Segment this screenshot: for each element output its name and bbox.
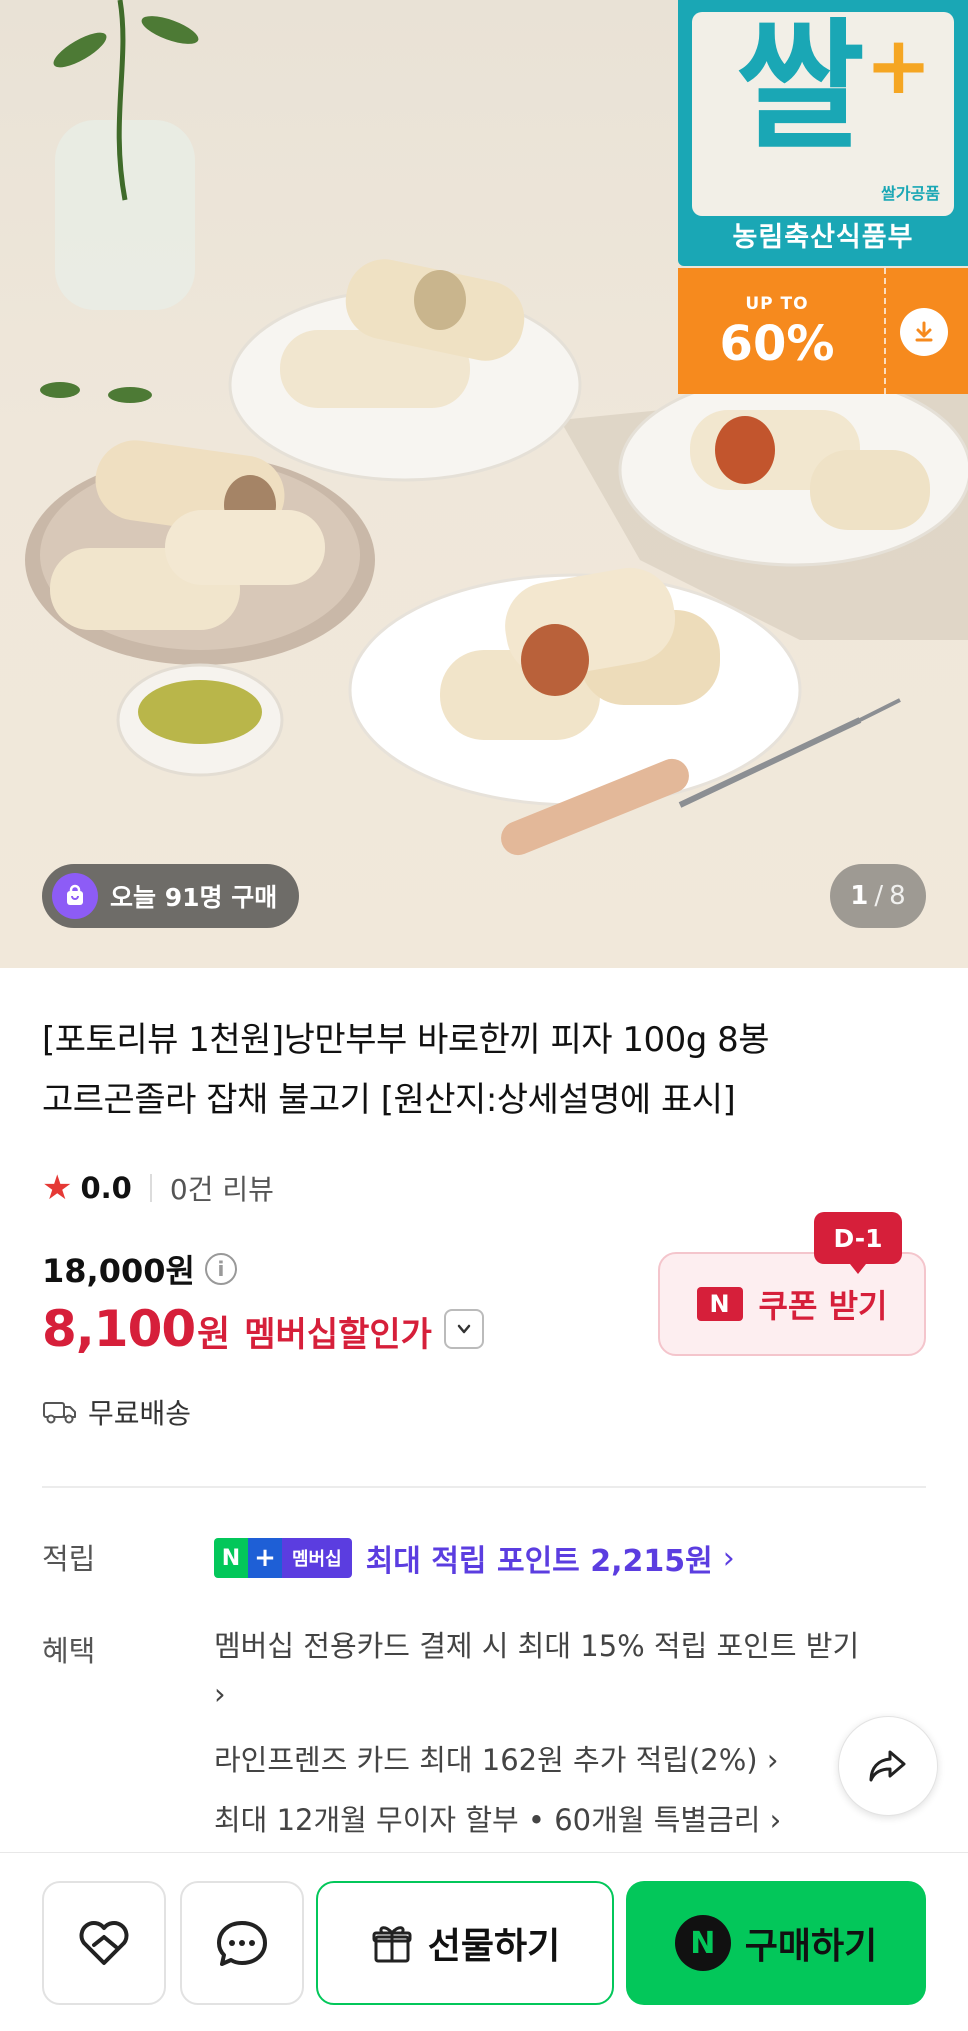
- benefit-item[interactable]: 최대 12개월 무이자 할부 • 60개월 특별금리 ›: [214, 1796, 914, 1844]
- product-title: [포토리뷰 1천원]낭만부부 바로한끼 피자 100g 8봉 고르곤졸라 잡채 …: [42, 1010, 922, 1130]
- section-divider: [42, 1486, 926, 1488]
- badge-n: N: [214, 1538, 248, 1578]
- badge-plus: +: [248, 1538, 282, 1578]
- benefits-label: 혜택: [42, 1634, 96, 1668]
- chevron-right-icon: ›: [722, 1540, 735, 1576]
- rating-row[interactable]: ★ 0.0 0건 리뷰: [42, 1166, 274, 1210]
- today-buyers-badge: 오늘 91명 구매: [42, 864, 300, 928]
- chat-bubble-icon: [217, 1921, 267, 1966]
- plus-icon: +: [864, 19, 932, 112]
- star-icon: ★: [42, 1168, 73, 1208]
- benefit-text: 멤버십 전용카드 결제 시 최대 15% 적립 포인트 받기: [214, 1629, 860, 1663]
- brand-subtitle: 농림축산식품부: [732, 222, 914, 253]
- truck-icon: [43, 1402, 76, 1424]
- chevron-down-icon[interactable]: [443, 1309, 484, 1349]
- membership-price: 8,100 원 멤버십할인가: [42, 1300, 484, 1358]
- buy-button[interactable]: N 구매하기: [626, 1881, 926, 2005]
- product-title-line: [포토리뷰 1천원]낭만부부 바로한끼 피자 100g 8봉: [42, 1020, 770, 1060]
- rice-product-certification-badge: 쌀 + 쌀가공품 농림축산식품부: [678, 0, 968, 266]
- product-title-line: 고르곤졸라 잡채 불고기 [원산지:상세설명에 표시]: [42, 1080, 736, 1120]
- review-count-link[interactable]: 0건 리뷰: [170, 1168, 274, 1208]
- coupon-download-button[interactable]: N 쿠폰 받기: [658, 1252, 926, 1356]
- gift-icon: [372, 1926, 412, 1963]
- heart-icon: [79, 1921, 129, 1965]
- coupon-button-label: 쿠폰 받기: [758, 1287, 888, 1325]
- max-points-text: 최대 적립 포인트 2,215원: [365, 1544, 713, 1579]
- image-pager: 1 / 8: [830, 864, 926, 928]
- sale-upto-label: UP TO: [745, 294, 809, 314]
- pager-current: 1: [850, 881, 869, 911]
- benefit-item[interactable]: 라인프렌즈 카드 최대 162원 추가 적립(2%) ›: [214, 1736, 914, 1784]
- naver-pay-icon: N: [674, 1915, 731, 1971]
- product-image-carousel[interactable]: 쌀 + 쌀가공품 농림축산식품부 UP TO 60% 오늘 91명 구매 1 /: [0, 0, 968, 968]
- talk-button[interactable]: [180, 1881, 304, 2005]
- dday-badge: D-1: [814, 1212, 902, 1274]
- benefit-text: 라인프렌즈 카드 최대 162원 추가 적립(2%): [214, 1743, 758, 1777]
- shipping-text: 무료배송: [88, 1397, 192, 1430]
- original-price: 18,000원 i: [42, 1246, 237, 1292]
- download-icon[interactable]: [900, 308, 948, 356]
- bottom-action-bar: 선물하기 N 구매하기: [0, 1852, 968, 2031]
- gift-button-label: 선물하기: [427, 1926, 561, 1967]
- points-row[interactable]: N + 멤버십 최대 적립 포인트 2,215원 ›: [214, 1536, 735, 1580]
- divider: [149, 1174, 152, 1202]
- badge-text: 멤버십: [282, 1538, 352, 1578]
- membership-price-label: 멤버십할인가: [244, 1315, 432, 1355]
- shipping-info: 무료배송: [42, 1392, 191, 1432]
- benefit-item[interactable]: 멤버십 전용카드 결제 시 최대 15% 적립 포인트 받기 ›: [214, 1622, 914, 1718]
- naver-plus-membership-badge: N + 멤버십: [214, 1538, 352, 1578]
- sale-price-unit: 원: [197, 1314, 231, 1355]
- wishlist-button[interactable]: [42, 1881, 166, 2005]
- sale-percent: 60%: [719, 316, 835, 372]
- brand-mark: 쌀: [736, 12, 865, 169]
- rating-score: 0.0: [80, 1171, 132, 1205]
- pager-total: 8: [889, 881, 906, 911]
- coupon-perforation: [884, 268, 886, 394]
- brand-tiny-text: 쌀가공품: [881, 184, 940, 203]
- gift-button[interactable]: 선물하기: [316, 1881, 614, 2005]
- buy-button-label: 구매하기: [744, 1926, 878, 1967]
- today-buyers-text: 오늘 91명 구매: [110, 883, 278, 912]
- points-label: 적립: [42, 1542, 96, 1576]
- benefit-text: 최대 12개월 무이자 할부 • 60개월 특별금리: [214, 1803, 761, 1837]
- shopping-bag-icon: [52, 873, 98, 919]
- original-price-text: 18,000원: [42, 1252, 195, 1290]
- chevron-right-icon: ›: [766, 1743, 779, 1777]
- sale-coupon-badge[interactable]: UP TO 60%: [678, 268, 968, 394]
- share-icon: [869, 1750, 906, 1782]
- share-button[interactable]: [838, 1716, 938, 1816]
- chevron-right-icon: ›: [214, 1677, 226, 1711]
- sale-price-number: 8,100: [42, 1300, 196, 1358]
- info-icon[interactable]: i: [204, 1253, 237, 1285]
- naver-logo-icon: N: [696, 1287, 743, 1321]
- chevron-right-icon: ›: [769, 1803, 782, 1837]
- pager-separator: /: [874, 881, 884, 911]
